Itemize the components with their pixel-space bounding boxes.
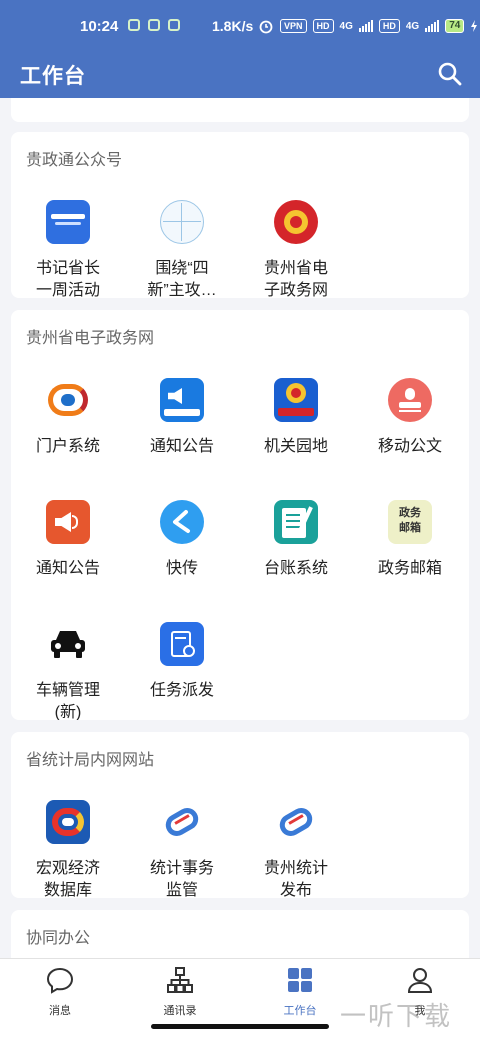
notification-icon (128, 19, 140, 31)
clock: 10:24 (80, 18, 119, 35)
hd-badge: HD (312, 19, 334, 33)
tile-task-dispatch[interactable]: 任务派发 (125, 622, 239, 702)
tile-label: 通知公告 (149, 438, 214, 455)
notification-icon (148, 19, 160, 31)
national-emblem-icon (274, 200, 318, 244)
tile-label: 机关园地 (263, 438, 328, 455)
tile-label: 围绕“四 新”主攻… (147, 260, 217, 298)
org-chart-icon (167, 967, 193, 993)
home-indicator[interactable] (151, 1024, 329, 1029)
tile-macro-economy[interactable]: 宏观经济 数据库 (11, 800, 125, 898)
tile-mailbox[interactable]: 政务 邮箱 政务邮箱 (353, 500, 467, 580)
macro-economy-icon (46, 800, 90, 844)
page-title: 工作台 (20, 65, 86, 88)
mailbox-icon: 政务 邮箱 (388, 500, 432, 544)
tile-quick-send[interactable]: 快传 (125, 500, 239, 580)
signal-icon (358, 20, 373, 32)
charging-icon (471, 20, 478, 32)
quick-send-icon (160, 500, 204, 544)
tile-egov-net[interactable]: 贵州省电 子政务网 (239, 200, 353, 298)
app-header: 工作台 (0, 52, 480, 98)
signal-icon (425, 20, 440, 32)
mailbox-icon-text: 政务 邮箱 (399, 507, 421, 534)
notification-icon (168, 19, 180, 31)
weekly-activity-icon (46, 200, 90, 244)
portal-icon (46, 378, 90, 422)
alarm-icon (259, 20, 273, 34)
section-statistics: 省统计局内网网站 宏观经济 数据库 统计事务 监管 贵州统计 发布 (11, 732, 469, 898)
tab-messages[interactable]: 消息 (0, 965, 120, 1018)
tile-mobile-doc[interactable]: 移动公文 (353, 378, 467, 458)
tile-label: 政务邮箱 (377, 560, 442, 577)
vpn-badge: VPN (280, 19, 307, 33)
statistics-supervision-icon (160, 800, 204, 844)
tile-ledger[interactable]: 台账系统 (239, 500, 353, 580)
tab-contacts[interactable]: 通讯录 (120, 965, 240, 1018)
tab-label: 消息 (49, 1005, 71, 1017)
tab-label: 通讯录 (163, 1005, 197, 1017)
tile-label: 车辆管理 (新) (35, 682, 100, 720)
tile-label: 贵州统计 发布 (263, 860, 328, 898)
search-icon[interactable] (436, 60, 464, 88)
tile-vehicle[interactable]: 车辆管理 (新) (11, 622, 125, 720)
tile-four-new[interactable]: 围绕“四 新”主攻… (125, 200, 239, 298)
tile-label: 任务派发 (149, 682, 214, 699)
statistics-release-icon (274, 800, 318, 844)
hd-badge: HD (378, 19, 400, 33)
tile-label: 台账系统 (263, 560, 328, 577)
stamp-icon (388, 378, 432, 422)
tile-statistics-supervision[interactable]: 统计事务 监管 (125, 800, 239, 898)
network-type: 4G (339, 20, 353, 32)
network-type: 4G (405, 20, 420, 32)
tile-label: 门户系统 (35, 438, 100, 455)
tile-portal[interactable]: 门户系统 (11, 378, 125, 458)
previous-section-card (11, 98, 469, 122)
tile-label: 宏观经济 数据库 (35, 860, 100, 898)
tile-label: 通知公告 (35, 560, 100, 577)
grid-icon (288, 968, 312, 992)
tile-agency-garden[interactable]: 机关园地 (239, 378, 353, 458)
tile-statistics-release[interactable]: 贵州统计 发布 (239, 800, 353, 898)
agency-garden-icon (274, 378, 318, 422)
section-title: 省统计局内网网站 (26, 752, 155, 769)
status-right: VPN HD 4G HD 4G 74 (258, 18, 478, 34)
section-title: 协同办公 (26, 930, 91, 947)
section-guizhengtong: 贵政通公众号 书记省长 一周活动 围绕“四 新”主攻… 贵州省电 子政务网 (11, 132, 469, 298)
tile-label: 书记省长 一周活动 (35, 260, 100, 298)
tile-label: 移动公文 (377, 438, 442, 455)
speaker-icon (46, 500, 90, 544)
watermark: 一听下载 (340, 1001, 453, 1031)
tile-label: 统计事务 监管 (149, 860, 214, 898)
section-title: 贵州省电子政务网 (26, 330, 155, 347)
car-icon (46, 622, 90, 666)
net-speed: 1.8K/s (212, 18, 254, 34)
chat-bubble-icon (46, 967, 74, 994)
tile-weekly-activity[interactable]: 书记省长 一周活动 (11, 200, 125, 298)
person-icon (407, 968, 433, 993)
notification-icons (128, 19, 180, 31)
notice-board-icon (160, 378, 204, 422)
four-new-icon (160, 200, 204, 244)
tile-notice[interactable]: 通知公告 (11, 500, 125, 580)
tile-label: 快传 (165, 560, 198, 577)
ledger-icon (274, 500, 318, 544)
section-egov: 贵州省电子政务网 门户系统 通知公告 机关园地 移动公文 通知公告 快传 台账系… (11, 310, 469, 720)
task-dispatch-icon (160, 622, 204, 666)
section-title: 贵政通公众号 (26, 152, 123, 169)
battery-level: 74 (445, 19, 465, 33)
tile-label: 贵州省电 子政务网 (263, 260, 328, 298)
status-bar: 10:24 1.8K/s VPN HD 4G HD 4G 74 (0, 0, 480, 52)
tile-notice-board[interactable]: 通知公告 (125, 378, 239, 458)
